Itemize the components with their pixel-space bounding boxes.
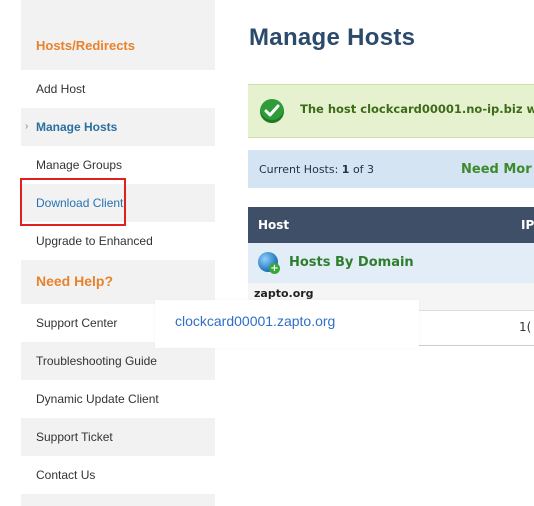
sidebar-item-upgrade[interactable]: Upgrade to Enhanced (21, 222, 215, 260)
sidebar-item-label: Manage Groups (36, 158, 123, 172)
sidebar-item-label: Troubleshooting Guide (36, 354, 157, 368)
chevron-right-icon: › (25, 121, 29, 132)
hosts-by-domain-row[interactable]: + Hosts By Domain (248, 243, 534, 283)
sidebar-item-label: Manage Hosts (36, 120, 118, 134)
sidebar-heading-help: Need Help? (36, 273, 114, 289)
tooltip-text: clockcard00001.zapto.org (175, 313, 336, 329)
add-icon: + (269, 263, 280, 274)
page-title: Manage Hosts (249, 24, 416, 51)
column-header-ip[interactable]: IP (521, 218, 534, 232)
checkmark-icon (260, 99, 284, 123)
zone-label: zapto.org (254, 287, 314, 300)
main-content: Manage Hosts The host clockcard00001.no-… (215, 0, 534, 506)
sidebar-item-contact-us[interactable]: Contact Us (21, 456, 215, 494)
column-header-host[interactable]: Host (258, 218, 289, 232)
total-hosts-text: of 3 (352, 163, 375, 176)
sidebar-item-label: Dynamic Update Client (36, 392, 159, 406)
sidebar-item-label: Support Center (36, 316, 118, 330)
host-ip-value: 1( (519, 320, 532, 334)
current-hosts-label: Current Hosts: (259, 163, 339, 176)
success-message-box: The host clockcard00001.no-ip.biz wa (248, 84, 534, 138)
sidebar-item-dynamic-update[interactable]: Dynamic Update Client (21, 380, 215, 418)
sidebar-item-label: Add Host (36, 82, 86, 96)
sidebar-item-manage-hosts[interactable]: › Manage Hosts (21, 108, 215, 146)
sidebar-item-support-ticket[interactable]: Support Ticket (21, 418, 215, 456)
success-message: The host clockcard00001.no-ip.biz wa (300, 102, 534, 116)
hosts-table-header: Host IP (248, 207, 534, 243)
current-hosts-bar: Current Hosts: 1 of 3 Need Mor (248, 150, 534, 188)
sidebar-item-label: Contact Us (36, 468, 96, 482)
hosts-by-domain-label: Hosts By Domain (289, 255, 414, 270)
hostname-tooltip: clockcard00001.zapto.org (155, 300, 419, 348)
sidebar-item-add-host[interactable]: Add Host (21, 70, 215, 108)
sidebar-item-label: Upgrade to Enhanced (36, 234, 153, 248)
highlight-box (20, 178, 126, 226)
need-more-link[interactable]: Need Mor (461, 162, 532, 177)
current-hosts-count: Current Hosts: 1 of 3 (259, 163, 374, 176)
sidebar-heading-hosts: Hosts/Redirects (36, 38, 135, 53)
current-hosts-number: 1 (341, 163, 350, 176)
sidebar-item-label: Support Ticket (36, 430, 113, 444)
sidebar: Hosts/Redirects Add Host › Manage Hosts … (21, 0, 215, 506)
